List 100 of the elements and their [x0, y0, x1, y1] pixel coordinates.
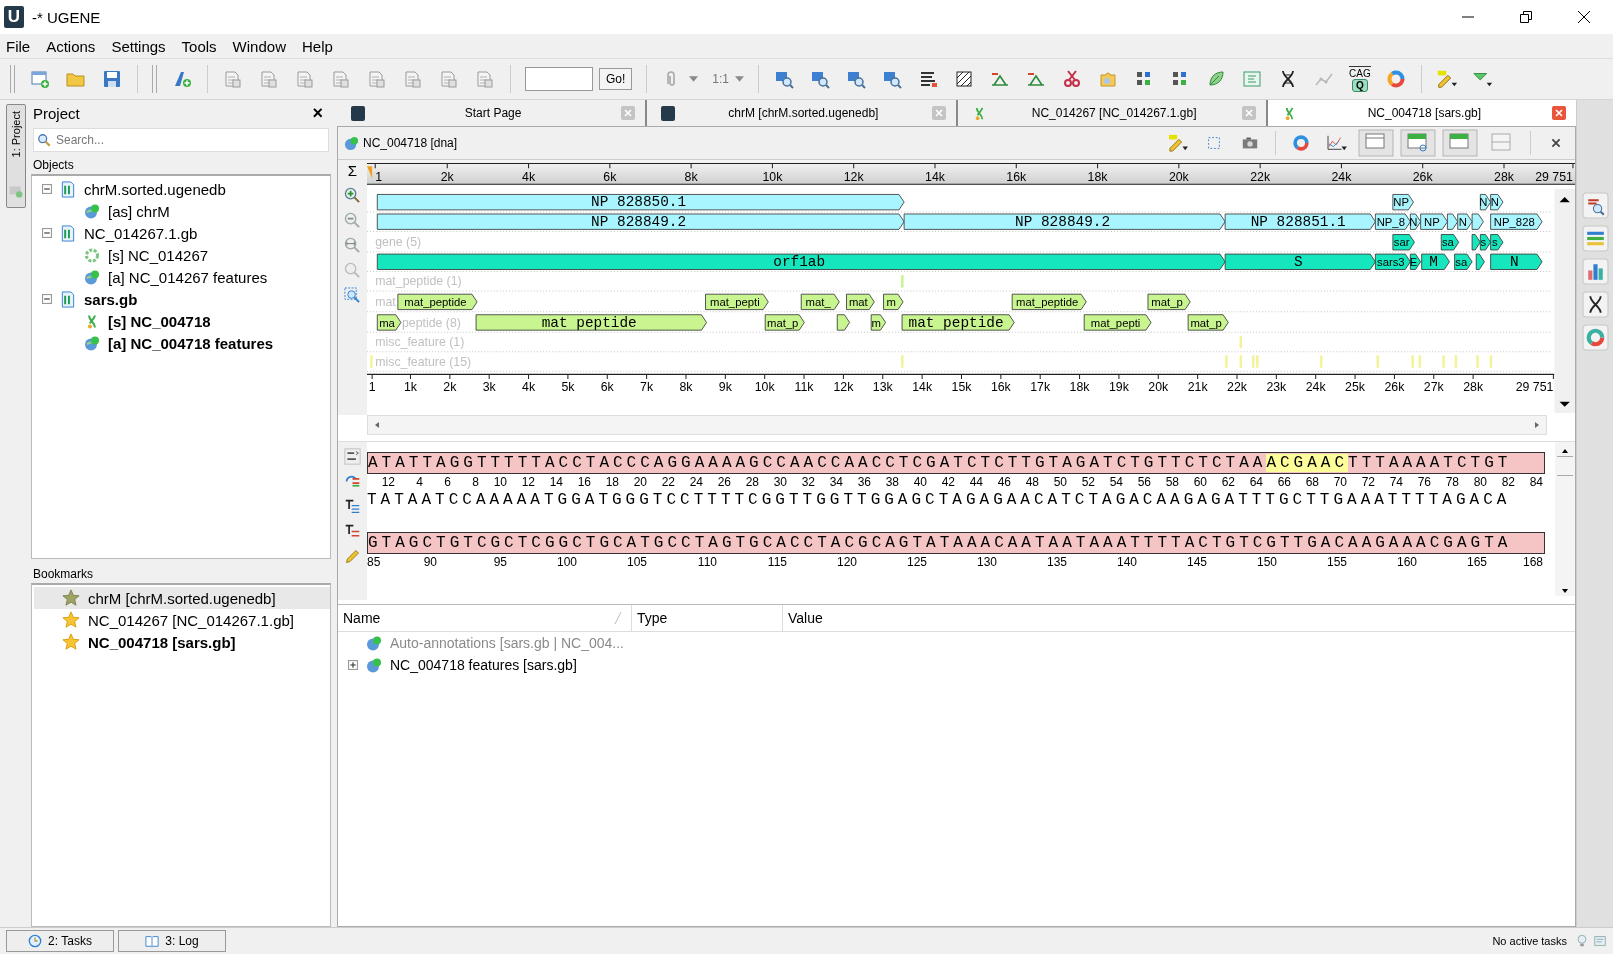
search-icon[interactable] — [809, 69, 832, 89]
feature-arrow[interactable]: m — [870, 314, 886, 331]
feature-arrow[interactable] — [836, 314, 850, 331]
zoom-ratio[interactable]: 1:1 — [712, 72, 730, 86]
menu-item[interactable]: Actions — [46, 37, 96, 55]
feature-arrow[interactable]: m — [883, 293, 904, 311]
pencil-icon[interactable] — [1435, 69, 1458, 89]
panel-icon[interactable] — [1400, 129, 1436, 157]
document-icon[interactable] — [402, 69, 424, 89]
column-header[interactable]: Value — [783, 605, 1575, 631]
zoom-fit-icon[interactable] — [344, 237, 361, 254]
panel-icon[interactable] — [1442, 129, 1478, 157]
feature-arrow[interactable]: N — [1457, 213, 1473, 230]
collapse-icon[interactable] — [42, 228, 52, 238]
zoom-selection-icon[interactable] — [344, 287, 361, 304]
tree-item[interactable]: [as] chrM — [108, 202, 170, 220]
tree-item[interactable]: NC_014267.1.gb — [84, 224, 198, 242]
document-icon[interactable] — [366, 69, 388, 89]
search-icon[interactable] — [845, 69, 868, 89]
search-icon[interactable] — [881, 69, 904, 89]
ring-chart-icon[interactable] — [1290, 134, 1312, 152]
feature-arrow[interactable]: NP_828 — [1490, 213, 1543, 230]
expand-icon[interactable] — [348, 660, 358, 670]
scroll-thumb[interactable] — [1557, 456, 1573, 476]
zoom-in-icon[interactable] — [344, 187, 361, 204]
bookmark-item[interactable]: NC_004718 [sars.gb] — [34, 631, 330, 653]
vertical-scrollbar[interactable] — [1555, 442, 1575, 596]
feature-arrow[interactable]: mat_pepti — [705, 293, 769, 311]
feature-arrow[interactable]: ma — [376, 314, 402, 331]
feature-arrow[interactable]: mat_p — [1187, 314, 1229, 331]
tree-item[interactable]: chrM.sorted.ugenedb — [84, 180, 226, 198]
zoom-icon[interactable] — [344, 262, 361, 279]
position-field[interactable] — [525, 67, 593, 91]
caret-icon[interactable] — [735, 76, 745, 82]
document-icon[interactable] — [258, 69, 280, 89]
close-icon[interactable] — [1577, 10, 1591, 24]
dna-icon[interactable] — [1581, 291, 1609, 318]
feature-arrow[interactable] — [1447, 213, 1459, 230]
log-button[interactable]: 3: Log — [118, 930, 226, 952]
document-icon[interactable] — [474, 69, 496, 89]
layers-icon[interactable] — [1581, 225, 1609, 252]
bookmark-item[interactable]: NC_014267 [NC_014267.1.gb] — [34, 609, 330, 631]
panel-icon[interactable] — [1358, 129, 1394, 157]
strand-toggle-icon[interactable] — [344, 448, 361, 465]
bookmark-item[interactable]: chrM [chrM.sorted.ugenedb] — [34, 587, 330, 609]
restore-icon[interactable] — [1519, 10, 1533, 24]
vertical-scrollbar[interactable] — [1554, 188, 1575, 413]
save-icon[interactable] — [101, 69, 123, 89]
swap-icon[interactable] — [344, 473, 361, 490]
sigma-icon[interactable]: Σ — [347, 162, 358, 179]
new-document-icon[interactable] — [29, 69, 51, 89]
feature-arrow[interactable]: sa — [1454, 253, 1473, 270]
translation-icon[interactable] — [344, 498, 361, 515]
sequence-strand[interactable]: GTAGCTGTCGCTCGGCTGCATGCCTAGTGCACCTACGCAGTATAAACAATAATAAATTTTACTGTCGTTGACAAGAAACGAGTA — [367, 532, 1545, 554]
collapse-icon[interactable] — [42, 184, 52, 194]
feature-arrow[interactable]: mat_p — [764, 314, 805, 331]
panel-icon[interactable] — [1241, 69, 1264, 89]
feature-arrow[interactable]: mat_p — [1147, 293, 1191, 311]
menu-item[interactable]: Window — [232, 37, 286, 55]
close-button[interactable]: × — [312, 102, 323, 124]
menu-item[interactable]: Settings — [111, 37, 166, 55]
feature-arrow[interactable]: sa — [1440, 234, 1460, 251]
feature-arrow[interactable]: N — [1490, 253, 1543, 270]
caret-icon[interactable] — [689, 76, 699, 82]
tree-item[interactable]: [s] NC_014267 — [108, 246, 209, 264]
search-icon[interactable] — [773, 69, 796, 89]
sequence-strand[interactable]: ATATTAGGTTTTTACCTACCCAGGAAAAGCCAACCAACCTCGATCTCTTGTAGATCTGTTCTCTAAACGAACTTTAAAATCTGT — [367, 452, 1545, 474]
feature-arrow[interactable]: E — [1409, 253, 1422, 270]
tree-item[interactable]: [a] NC_004718 features — [108, 334, 274, 352]
tree-item[interactable]: [a] NC_014267 features — [108, 268, 268, 286]
document-icon[interactable] — [330, 69, 352, 89]
menu-item[interactable]: Tools — [181, 37, 217, 55]
bar-chart-icon[interactable] — [1581, 258, 1609, 285]
pencil-icon[interactable] — [344, 548, 361, 565]
feature-arrow[interactable]: mat_peptide — [1011, 293, 1087, 311]
menu-item[interactable]: File — [6, 37, 31, 55]
column-header[interactable]: Name — [338, 605, 632, 631]
cag-button[interactable]: CAG Q — [1349, 66, 1371, 92]
document-tab[interactable]: NC_004718 [sars.gb] — [1267, 100, 1576, 126]
document-icon[interactable] — [294, 69, 316, 89]
feature-arrow[interactable]: mat_peptide — [397, 293, 478, 311]
document-icon[interactable] — [222, 69, 244, 89]
pencil-icon[interactable] — [1167, 134, 1189, 152]
feature-arrow[interactable]: N — [1490, 194, 1504, 211]
zoom-out-icon[interactable] — [344, 212, 361, 229]
search-icon[interactable] — [1581, 192, 1609, 219]
feature-arrow[interactable] — [1475, 253, 1485, 270]
feature-arrow[interactable]: mat_ — [800, 293, 840, 311]
feature-arrow[interactable]: mat — [846, 293, 875, 311]
search-field[interactable]: Search... — [33, 128, 329, 152]
ring-chart-icon[interactable] — [1581, 324, 1609, 351]
document-icon[interactable] — [438, 69, 460, 89]
annotation-item[interactable]: NC_004718 features [sars.gb] — [390, 657, 577, 673]
tasks-button[interactable]: 2: Tasks — [6, 930, 114, 952]
feature-arrow[interactable] — [1471, 234, 1481, 251]
horizontal-scrollbar[interactable] — [367, 415, 1547, 435]
feature-arrow[interactable] — [1471, 213, 1484, 230]
menu-item[interactable]: Help — [301, 37, 333, 55]
feature-arrow[interactable]: mat_pepti — [1083, 314, 1152, 331]
go-button[interactable]: Go! — [599, 68, 633, 90]
